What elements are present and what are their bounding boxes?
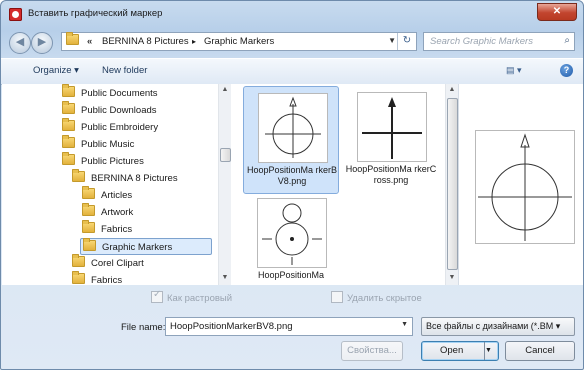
tree-item-label: Public Downloads <box>81 105 157 116</box>
tree-item-label: BERNINA 8 Pictures <box>91 173 178 184</box>
title-bar[interactable]: Вставить графический маркер ✕ <box>1 1 583 27</box>
tree-item-label: Artwork <box>101 207 134 218</box>
navigation-scrollbar[interactable]: ▲ ▼ <box>218 84 231 285</box>
delete-hidden-checkbox[interactable] <box>331 291 343 303</box>
tree-item[interactable]: Fabrics <box>72 271 123 289</box>
tree-item[interactable]: Fabrics <box>82 220 133 238</box>
raster-option[interactable]: Как растровый <box>151 289 233 305</box>
tree-item-label: Graphic Markers <box>102 242 173 253</box>
address-dropdown-icon[interactable]: ▼ <box>388 36 396 45</box>
file-name-dropdown-icon[interactable]: ▼ <box>401 321 408 328</box>
tree-item[interactable]: Public Downloads <box>62 101 157 119</box>
refresh-icon[interactable]: ↻ <box>397 33 416 50</box>
file-type-select[interactable]: Все файлы с дизайнами (*.BM ▾ <box>421 317 575 336</box>
tree-item-label: Public Pictures <box>81 156 144 167</box>
tree-item-label: Public Documents <box>81 88 158 99</box>
file-item-hoop-position-marker[interactable]: HoopPositionMa <box>243 196 339 288</box>
search-placeholder: Search Graphic Markers <box>430 36 533 47</box>
open-button[interactable]: Open ▼ <box>421 341 499 361</box>
delete-hidden-label: Удалить скрытое <box>347 293 422 304</box>
file-name: HoopPositionMa <box>257 270 325 280</box>
cancel-button[interactable]: Cancel <box>505 341 575 361</box>
raster-checkbox[interactable] <box>151 289 163 303</box>
organize-menu[interactable]: Organize ▾ <box>33 65 79 76</box>
tree-item[interactable]: Corel Clipart <box>72 254 144 272</box>
file-list-scrollbar[interactable]: ▲ ▼ <box>445 84 458 285</box>
dialog-window: Вставить графический маркер ✕ ◀ ▶ « BERN… <box>0 0 584 370</box>
scroll-down-icon[interactable]: ▼ <box>446 272 458 284</box>
file-name-value: HoopPositionMarkerBV8.png <box>170 321 293 332</box>
file-type-value: Все файлы с дизайнами (*.BM ▾ <box>426 321 561 331</box>
tree-item[interactable]: Public Music <box>62 135 135 153</box>
file-list[interactable]: HoopPositionMa rkerBV8.png HoopPositionM… <box>231 84 458 288</box>
preview-pane <box>458 84 583 285</box>
help-icon[interactable]: ? <box>560 64 573 77</box>
search-icon[interactable]: ⌕ <box>564 35 570 46</box>
open-label: Open <box>440 345 464 356</box>
tree-item[interactable]: Public Documents <box>62 84 158 102</box>
scroll-up-icon[interactable]: ▲ <box>446 84 458 96</box>
tree-item[interactable]: Artwork <box>82 203 134 221</box>
back-arrow-icon[interactable]: ◀ <box>9 32 31 54</box>
preview-image <box>475 130 575 244</box>
properties-button[interactable]: Свойства... <box>341 341 403 361</box>
tree-item[interactable]: Articles <box>82 186 133 204</box>
window-title: Вставить графический маркер <box>28 8 163 19</box>
scroll-thumb[interactable] <box>220 148 231 162</box>
address-bar[interactable]: « BERNINA 8 Pictures ▸ Graphic Markers ▼… <box>61 32 417 51</box>
search-input[interactable]: Search Graphic Markers ⌕ <box>423 32 575 51</box>
raster-label: Как растровый <box>167 293 233 304</box>
folder-icon <box>72 254 85 267</box>
file-item-hoop-position-marker-cross[interactable]: HoopPositionMa rkerCross.png <box>343 86 439 194</box>
delete-hidden-option[interactable]: Удалить скрытое <box>331 291 422 305</box>
tree-item-label: Public Embroidery <box>81 122 159 133</box>
tree-item-label: Corel Clipart <box>91 258 144 269</box>
open-dropdown-icon[interactable]: ▼ <box>484 342 498 360</box>
tree-item-label: Public Music <box>81 139 135 150</box>
file-name-input[interactable]: HoopPositionMarkerBV8.png ▼ <box>165 317 413 336</box>
folder-icon <box>72 271 85 284</box>
file-item-hoop-position-marker-bv8[interactable]: HoopPositionMa rkerBV8.png <box>243 86 339 194</box>
toolbar: Organize ▾ New folder ▤ ▾ ? <box>1 58 583 85</box>
file-name-label: File name: <box>121 322 166 333</box>
tree-item[interactable]: Graphic Markers <box>80 238 212 255</box>
file-name: HoopPositionMa rkerBV8.png <box>246 165 338 186</box>
forward-arrow-icon[interactable]: ▶ <box>31 32 53 54</box>
hoop-marker-cross-thumbnail <box>357 92 427 162</box>
app-icon <box>9 8 22 21</box>
hoop-marker-thumbnail <box>257 198 327 268</box>
scroll-thumb[interactable] <box>447 98 458 270</box>
view-options-icon[interactable]: ▤ ▾ <box>506 65 534 77</box>
file-name: HoopPositionMa rkerCross.png <box>345 164 437 185</box>
tree-item[interactable]: Public Pictures <box>62 152 144 170</box>
breadcrumb-bernina-8-pictures[interactable]: BERNINA 8 Pictures <box>102 36 189 47</box>
navigation-buttons: ◀ ▶ <box>9 31 57 54</box>
tree-item[interactable]: BERNINA 8 Pictures <box>72 169 178 187</box>
folder-icon <box>72 169 85 182</box>
tree-item-label: Fabrics <box>101 224 133 235</box>
folder-icon <box>62 152 75 165</box>
folder-icon <box>62 135 75 148</box>
hoop-marker-bv8-thumbnail <box>258 93 328 163</box>
breadcrumb-overflow[interactable]: « <box>87 36 92 47</box>
folder-icon <box>62 84 75 97</box>
tree-item[interactable]: Public Embroidery <box>62 118 159 136</box>
folder-icon <box>83 238 96 251</box>
tree-item-label: Articles <box>101 190 133 201</box>
close-button[interactable]: ✕ <box>537 3 577 21</box>
folder-icon <box>62 101 75 114</box>
folder-icon <box>82 186 95 199</box>
folder-icon <box>62 118 75 131</box>
folder-icon <box>82 203 95 216</box>
navigation-pane[interactable]: Public Documents Public Downloads Public E… <box>2 84 231 286</box>
folder-icon <box>82 220 95 233</box>
scroll-up-icon[interactable]: ▲ <box>219 84 231 96</box>
tree-item-label: Fabrics <box>91 275 123 286</box>
breadcrumb-graphic-markers[interactable]: Graphic Markers <box>204 36 274 47</box>
breadcrumb-separator-icon: ▸ <box>192 37 197 46</box>
folder-icon <box>66 32 85 50</box>
scroll-down-icon[interactable]: ▼ <box>219 272 231 284</box>
new-folder-button[interactable]: New folder <box>102 65 147 76</box>
